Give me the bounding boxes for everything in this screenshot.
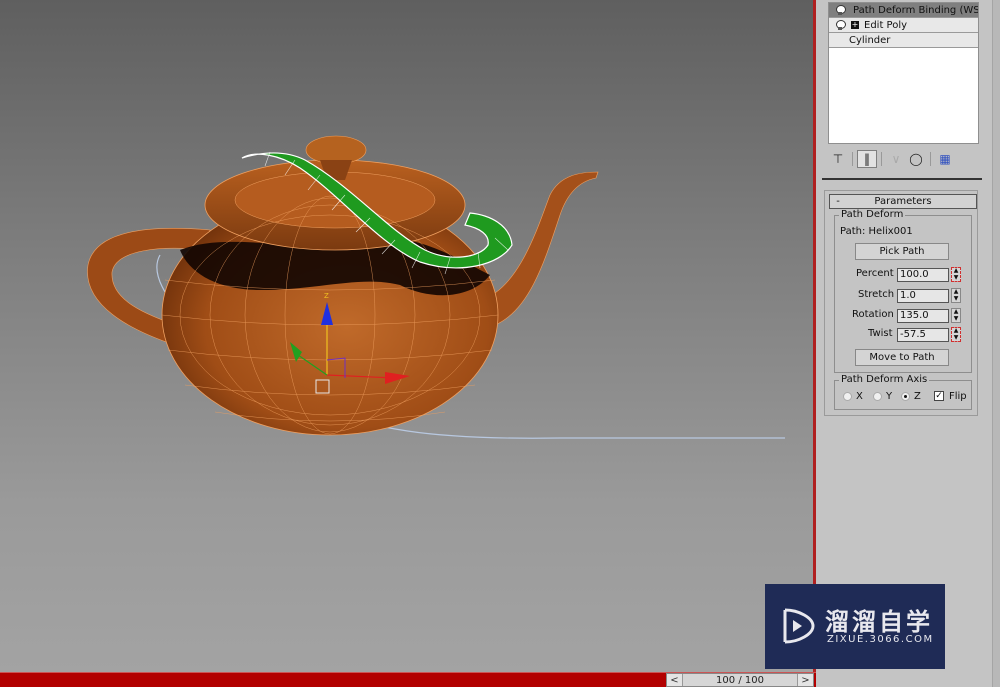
twist-label: Twist — [868, 328, 893, 339]
axis-y-radio[interactable] — [873, 392, 882, 401]
group-label: Path Deform Axis — [839, 374, 930, 385]
time-slider[interactable]: < 100 / 100 > — [666, 673, 814, 687]
axis-y-label: Y — [886, 391, 893, 402]
pick-path-button[interactable]: Pick Path — [855, 243, 949, 260]
group-label: Path Deform — [839, 209, 906, 220]
panel-scrollbar[interactable] — [992, 0, 1000, 687]
stack-toolbar: ⊤ ‖ ∨ ◯ ▦ — [828, 150, 979, 168]
stack-item-edit-poly[interactable]: + Edit Poly — [829, 18, 978, 33]
button-label: Move to Path — [869, 352, 935, 363]
frame-counter: 100 / 100 — [716, 674, 764, 686]
path-name-label: Path: Helix001 — [840, 226, 913, 237]
expand-icon[interactable]: + — [851, 21, 859, 29]
flip-label: Flip — [949, 391, 967, 402]
show-end-result-icon[interactable]: ‖ — [857, 150, 877, 168]
remove-modifier-icon[interactable]: ◯ — [906, 150, 926, 168]
watermark-url: ZIXUE.3066.COM — [827, 634, 934, 645]
flip-checkbox[interactable]: ✓ — [934, 391, 944, 401]
toolbar-divider — [930, 152, 931, 166]
lightbulb-icon[interactable] — [835, 19, 846, 31]
stack-item-label: Cylinder — [849, 34, 891, 46]
make-unique-icon[interactable]: ∨ — [886, 150, 906, 168]
play-logo-icon — [783, 608, 815, 644]
axis-x-radio[interactable] — [843, 392, 852, 401]
configure-modifier-sets-icon[interactable]: ▦ — [935, 150, 955, 168]
stack-item-label: Path Deform Binding (WS — [853, 4, 978, 16]
rollout-title: Parameters — [874, 196, 932, 207]
twist-input[interactable]: -57.5 — [897, 328, 949, 342]
modifier-stack[interactable]: Path Deform Binding (WS + Edit Poly Cyli… — [828, 2, 979, 144]
pin-stack-icon[interactable]: ⊤ — [828, 150, 848, 168]
panel-divider — [822, 178, 982, 180]
scene-render: Z — [87, 135, 785, 439]
collapse-icon: - — [836, 196, 840, 207]
toolbar-divider — [852, 152, 853, 166]
axis-x-label: X — [856, 391, 863, 402]
next-frame-button[interactable]: > — [797, 674, 813, 686]
stack-item-path-deform[interactable]: Path Deform Binding (WS — [829, 3, 978, 18]
stretch-spinner[interactable]: ▲ ▼ — [951, 288, 961, 303]
watermark-banner: 溜溜自学 ZIXUE.3066.COM — [765, 584, 945, 669]
percent-spinner[interactable]: ▲ ▼ — [951, 267, 961, 282]
move-to-path-button[interactable]: Move to Path — [855, 349, 949, 366]
percent-input[interactable]: 100.0 — [897, 268, 949, 282]
prev-frame-button[interactable]: < — [667, 674, 683, 686]
twist-spinner[interactable]: ▲ ▼ — [951, 327, 961, 342]
axis-z-label: Z — [914, 391, 921, 402]
percent-label: Percent — [856, 268, 894, 279]
stack-item-cylinder[interactable]: Cylinder — [829, 33, 978, 48]
axis-z-radio[interactable] — [901, 392, 910, 401]
perspective-viewport[interactable]: Z — [0, 0, 816, 672]
parameters-rollout-header[interactable]: - Parameters — [829, 194, 977, 209]
stack-item-label: Edit Poly — [864, 19, 908, 31]
toolbar-divider — [881, 152, 882, 166]
rotation-input[interactable]: 135.0 — [897, 309, 949, 323]
button-label: Pick Path — [879, 246, 925, 257]
watermark-brand: 溜溜自学 — [825, 608, 933, 636]
gizmo-z-label: Z — [324, 292, 329, 300]
stretch-label: Stretch — [858, 289, 895, 300]
teapot-knob — [305, 135, 367, 165]
rotation-label: Rotation — [852, 309, 894, 320]
stretch-input[interactable]: 1.0 — [897, 289, 949, 303]
rotation-spinner[interactable]: ▲ ▼ — [951, 308, 961, 323]
